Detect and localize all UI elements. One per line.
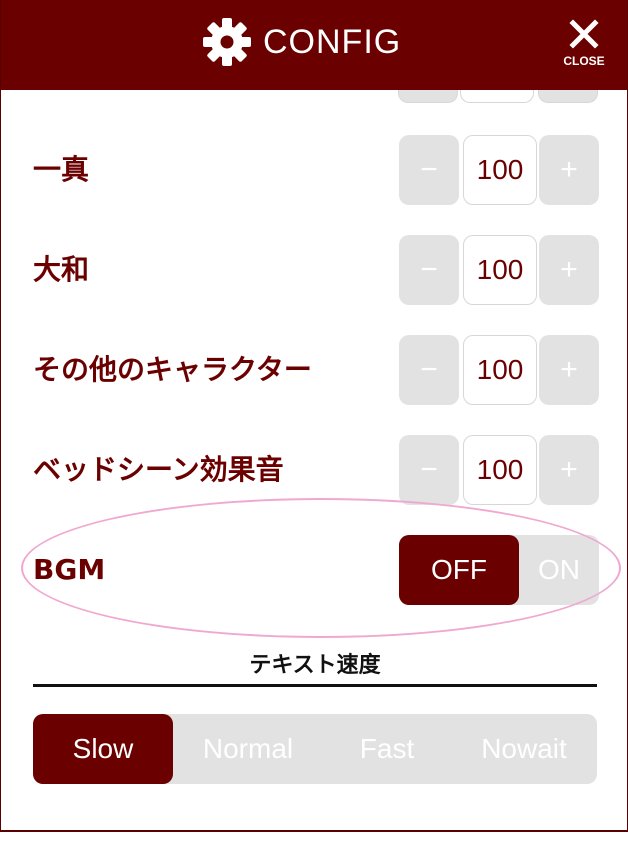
- decrease-button[interactable]: −: [399, 335, 459, 405]
- partial-plus-button: [538, 90, 598, 103]
- text-speed-selector: Slow Normal Fast Nowait: [33, 714, 597, 784]
- volume-row-other-characters: その他のキャラクター − 100 +: [33, 335, 599, 405]
- volume-stepper: − 100 +: [399, 235, 599, 305]
- volume-row-kazuma: 一真 − 100 +: [33, 135, 599, 205]
- close-label: CLOSE: [563, 54, 605, 68]
- gear-icon: [203, 18, 251, 66]
- partial-value-box: [460, 90, 534, 103]
- volume-row-label: 大和: [33, 253, 90, 286]
- close-button[interactable]: CLOSE: [551, 18, 617, 74]
- bgm-off-option[interactable]: OFF: [399, 535, 519, 605]
- config-panel: CONFIG CLOSE 一真 − 100 + 大和 − 100 + その他のキ…: [0, 0, 628, 832]
- increase-button[interactable]: +: [539, 135, 599, 205]
- speed-option-nowait[interactable]: Nowait: [451, 714, 597, 784]
- bgm-on-option[interactable]: ON: [519, 535, 599, 605]
- bgm-row: BGM OFF ON: [33, 535, 599, 605]
- page-title: CONFIG: [263, 22, 402, 61]
- volume-row-label: ベッドシーン効果音: [33, 453, 284, 486]
- volume-value: 100: [463, 135, 537, 205]
- close-icon: [569, 19, 599, 49]
- speed-option-normal[interactable]: Normal: [173, 714, 323, 784]
- decrease-button[interactable]: −: [399, 135, 459, 205]
- volume-row-bed-scene-sfx: ベッドシーン効果音 − 100 +: [33, 435, 599, 505]
- speed-option-slow[interactable]: Slow: [33, 714, 173, 784]
- header-bar: CONFIG CLOSE: [1, 0, 627, 90]
- bgm-toggle: OFF ON: [399, 535, 599, 605]
- volume-value: 100: [463, 435, 537, 505]
- volume-row-label: 一真: [33, 153, 90, 186]
- bgm-label: BGM: [33, 553, 106, 586]
- text-speed-title: テキスト速度: [33, 648, 597, 687]
- volume-stepper: − 100 +: [399, 335, 599, 405]
- partial-minus-button: [398, 90, 458, 103]
- decrease-button[interactable]: −: [399, 235, 459, 305]
- volume-stepper: − 100 +: [399, 135, 599, 205]
- volume-row-yamato: 大和 − 100 +: [33, 235, 599, 305]
- increase-button[interactable]: +: [539, 335, 599, 405]
- decrease-button[interactable]: −: [399, 435, 459, 505]
- speed-option-fast[interactable]: Fast: [323, 714, 451, 784]
- increase-button[interactable]: +: [539, 235, 599, 305]
- volume-value: 100: [463, 235, 537, 305]
- volume-stepper: − 100 +: [399, 435, 599, 505]
- volume-value: 100: [463, 335, 537, 405]
- title-group: CONFIG: [201, 14, 401, 70]
- volume-row-label: その他のキャラクター: [33, 353, 312, 386]
- increase-button[interactable]: +: [539, 435, 599, 505]
